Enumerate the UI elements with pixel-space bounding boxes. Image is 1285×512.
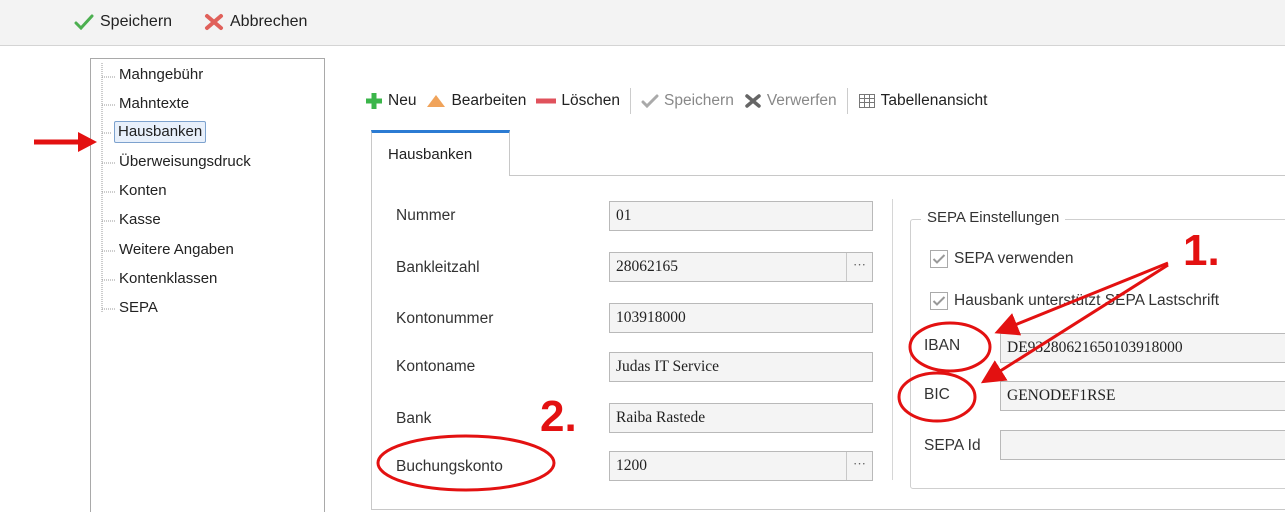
save-record-button[interactable]: Speichern	[641, 92, 734, 110]
save-record-label: Speichern	[664, 92, 734, 109]
bank-value: Raiba Rastede	[616, 409, 706, 426]
checkmark-icon	[932, 296, 946, 306]
tab-hausbanken[interactable]: Hausbanken	[371, 130, 510, 176]
nummer-value: 01	[616, 207, 632, 224]
annotation-two: 2.	[540, 392, 577, 441]
bic-label: BIC	[924, 386, 950, 403]
table-icon	[858, 94, 875, 108]
lastschrift-checkbox[interactable]: Hausbank unterstützt SEPA Lastschrift	[930, 292, 1219, 310]
checkbox-box	[930, 250, 948, 268]
checkbox-box	[930, 292, 948, 310]
buchungskonto-lookup-button[interactable]: ···	[846, 452, 872, 480]
kontonummer-value: 103918000	[616, 309, 686, 326]
bic-field[interactable]: GENODEF1RSE	[1000, 381, 1285, 411]
tree-item-hausbanken[interactable]: Hausbanken	[114, 121, 207, 143]
tree-item-kasse[interactable]: Kasse	[119, 210, 161, 230]
tab-label: Hausbanken	[388, 146, 473, 163]
iban-label: IBAN	[924, 337, 961, 354]
edit-button-label: Bearbeiten	[451, 92, 527, 109]
annotation-one: 1.	[1183, 226, 1220, 275]
iban-value: DE93280621650103918000	[1007, 339, 1183, 356]
cancel-button[interactable]: Abbrechen	[204, 13, 307, 31]
close-icon	[205, 14, 223, 30]
kontoname-field[interactable]: Judas IT Service	[609, 352, 873, 382]
tree-item-mahngebuehr[interactable]: Mahngebühr	[119, 65, 203, 85]
delete-button-label: Löschen	[561, 92, 621, 109]
table-view-button[interactable]: Tabellenansicht	[858, 92, 988, 110]
bankleitzahl-value: 28062165	[616, 258, 678, 275]
sepa-use-checkbox[interactable]: SEPA verwenden	[930, 250, 1073, 268]
kontonummer-field[interactable]: 103918000	[609, 303, 873, 333]
cancel-button-label: Abbrechen	[230, 13, 308, 30]
triangle-up-icon	[427, 95, 446, 107]
kontoname-label: Kontoname	[396, 358, 476, 375]
nummer-label: Nummer	[396, 207, 456, 224]
window-toolbar: Speichern Abbrechen	[0, 0, 1285, 46]
edit-button[interactable]: Bearbeiten	[426, 92, 526, 110]
discard-button-label: Verwerfen	[766, 92, 837, 109]
save-button[interactable]: Speichern	[74, 13, 172, 31]
sepa-group-title: SEPA Einstellungen	[921, 209, 1066, 226]
bic-value: GENODEF1RSE	[1007, 387, 1116, 404]
toolbar-separator	[630, 88, 632, 114]
bankleitzahl-lookup-button[interactable]: ···	[846, 253, 872, 281]
checkmark-icon	[74, 14, 94, 30]
tree-item-sepa[interactable]: SEPA	[119, 298, 158, 318]
sepa-id-field[interactable]	[1000, 430, 1285, 460]
tree-item-konten[interactable]: Konten	[119, 181, 167, 201]
sepa-use-label: SEPA verwenden	[954, 250, 1074, 267]
checkmark-icon	[641, 94, 659, 108]
bank-label: Bank	[396, 410, 432, 427]
action-toolbar: Neu Bearbeiten Löschen Speichern Verwerf…	[365, 86, 997, 116]
table-view-label: Tabellenansicht	[880, 92, 988, 109]
new-button[interactable]: Neu	[365, 92, 416, 110]
buchungskonto-value: 1200	[616, 457, 647, 474]
pointer-arrow	[34, 132, 97, 152]
close-icon	[745, 94, 761, 108]
checkmark-icon	[932, 254, 946, 264]
settings-tree: Mahngebühr Mahntexte Hausbanken Überweis…	[90, 58, 325, 512]
bankleitzahl-label: Bankleitzahl	[396, 259, 480, 276]
bank-field[interactable]: Raiba Rastede	[609, 403, 873, 433]
column-divider	[892, 199, 893, 480]
delete-button[interactable]: Löschen	[536, 92, 620, 110]
iban-field[interactable]: DE93280621650103918000	[1000, 333, 1285, 363]
discard-button[interactable]: Verwerfen	[744, 92, 837, 110]
tree-item-ueberweisungsdruck[interactable]: Überweisungsdruck	[119, 152, 251, 172]
bankleitzahl-field[interactable]: 28062165 ···	[609, 252, 873, 282]
minus-icon	[536, 98, 557, 104]
nummer-field[interactable]: 01	[609, 201, 873, 231]
plus-icon	[366, 93, 382, 109]
tree-item-weitere-angaben[interactable]: Weitere Angaben	[119, 240, 234, 260]
buchungskonto-label: Buchungskonto	[396, 458, 503, 475]
tree-item-kontenklassen[interactable]: Kontenklassen	[119, 269, 217, 289]
kontonummer-label: Kontonummer	[396, 310, 494, 327]
lastschrift-label: Hausbank unterstützt SEPA Lastschrift	[954, 292, 1220, 309]
tree-item-mahntexte[interactable]: Mahntexte	[119, 94, 189, 114]
toolbar-separator	[846, 88, 848, 114]
new-button-label: Neu	[388, 92, 417, 109]
buchungskonto-field[interactable]: 1200 ···	[609, 451, 873, 481]
save-button-label: Speichern	[100, 13, 173, 30]
kontoname-value: Judas IT Service	[616, 358, 720, 375]
sepa-id-label: SEPA Id	[924, 437, 981, 454]
